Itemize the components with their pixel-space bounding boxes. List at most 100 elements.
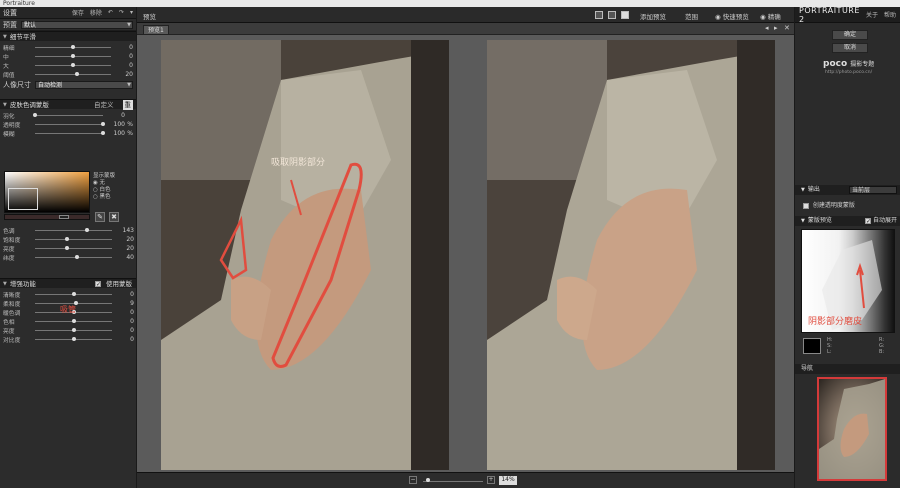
enhance-slider-knob[interactable] xyxy=(71,337,76,341)
skin-slider-value[interactable]: 100 xyxy=(109,121,125,128)
mask-preview-header[interactable]: ▼ 蒙版预览 自动展开 xyxy=(795,216,900,227)
cancel-button[interactable]: 取消 xyxy=(832,43,868,53)
tab-next-icon[interactable]: ▸ xyxy=(774,24,778,32)
tab-prev-icon[interactable]: ◂ xyxy=(765,24,769,32)
enhance-slider-knob[interactable] xyxy=(71,328,76,332)
skin-color-slider-knob[interactable] xyxy=(65,237,70,241)
skin-slider-knob[interactable] xyxy=(101,131,105,135)
detail-slider-knob[interactable] xyxy=(74,72,79,76)
show-mask-radio[interactable]: ○ 黑色 xyxy=(93,194,115,201)
skin-color-slider-knob[interactable] xyxy=(75,255,80,259)
skin-mode-select[interactable]: 自定义 xyxy=(94,100,114,110)
show-mask-radio[interactable]: ○ 白色 xyxy=(93,187,115,194)
single-view-button[interactable] xyxy=(595,11,603,19)
detail-slider-track[interactable] xyxy=(35,45,111,49)
zoom-out-button[interactable]: − xyxy=(409,476,417,484)
detail-slider-knob[interactable] xyxy=(71,54,75,58)
skin-reset-button[interactable]: 重 xyxy=(122,99,133,110)
redo-icon[interactable]: ↷ xyxy=(119,9,124,16)
output-header[interactable]: ▼ 输出 当前层 xyxy=(795,185,900,195)
skin-color-slider-value[interactable]: 40 xyxy=(118,254,134,261)
undo-icon[interactable]: ↶ xyxy=(108,9,113,16)
detail-slider-track[interactable] xyxy=(35,63,111,67)
detail-slider-knob[interactable] xyxy=(71,63,75,67)
skin-color-slider-value[interactable]: 20 xyxy=(118,245,134,252)
skin-slider-track[interactable] xyxy=(35,122,105,126)
precise-radio[interactable]: ◉ 精确 xyxy=(760,11,781,21)
poco-logo-sub: 摄影专题 xyxy=(850,61,875,68)
create-transparent-row[interactable]: 创建透明度蒙版 xyxy=(803,200,855,209)
enhance-slider-track[interactable] xyxy=(35,328,112,332)
enhance-slider-track[interactable] xyxy=(35,337,112,341)
about-button[interactable]: 关于 xyxy=(866,10,878,19)
zoom-slider-knob[interactable] xyxy=(426,478,430,482)
enhance-slider-track[interactable] xyxy=(35,319,112,323)
preset-select[interactable]: 默认 xyxy=(21,20,133,29)
enhance-slider-value[interactable]: 0 xyxy=(118,318,134,325)
skin-slider-value[interactable]: 0 xyxy=(109,112,125,119)
skin-slider-track[interactable] xyxy=(33,113,103,117)
eyedropper-add-icon[interactable]: ✖ xyxy=(109,212,119,222)
output-select[interactable]: 当前层 xyxy=(849,186,897,194)
enhance-slider-knob[interactable] xyxy=(71,292,76,296)
save-preset-button[interactable]: 保存 xyxy=(72,8,84,17)
navigator-thumbnail[interactable] xyxy=(817,377,887,481)
scope-button[interactable]: 范围 xyxy=(685,11,698,21)
enhancement-header[interactable]: ▼ 增强功能 使用蒙版 xyxy=(0,278,136,290)
skin-slider-value[interactable]: 100 xyxy=(109,130,125,137)
detail-slider-knob[interactable] xyxy=(71,45,75,49)
skin-color-slider-value[interactable]: 20 xyxy=(118,236,134,243)
help-button[interactable]: 帮助 xyxy=(884,10,896,19)
hue-range-marker[interactable] xyxy=(59,215,69,219)
detail-slider-value[interactable]: 20 xyxy=(117,71,133,78)
detail-slider-track[interactable] xyxy=(35,72,111,76)
skin-color-slider-track[interactable] xyxy=(35,246,112,250)
skin-color-selection-box[interactable] xyxy=(8,188,38,210)
skin-slider-track[interactable] xyxy=(35,131,105,135)
create-transparent-checkbox[interactable] xyxy=(803,202,809,209)
enhance-slider-track[interactable] xyxy=(35,292,112,296)
skin-color-slider-knob[interactable] xyxy=(85,228,90,232)
skin-color-slider-knob[interactable] xyxy=(65,246,70,250)
zoom-in-button[interactable]: + xyxy=(487,476,495,484)
tab-preview-1[interactable]: 预览1 xyxy=(143,25,169,35)
portrait-size-select[interactable]: 自动检测 xyxy=(35,81,133,89)
original-photo[interactable]: 吸取阴影部分 xyxy=(161,40,449,470)
hue-range-bar[interactable] xyxy=(4,214,90,220)
use-mask-checkbox[interactable] xyxy=(95,280,101,290)
show-mask-radio[interactable]: ◉ 无 xyxy=(93,180,115,187)
split-vertical-button[interactable] xyxy=(621,11,629,19)
delete-preset-button[interactable]: 移除 xyxy=(90,8,102,17)
quick-preview-radio[interactable]: ◉ 快速预览 xyxy=(715,11,749,21)
enhance-slider-knob[interactable] xyxy=(71,319,76,323)
detail-slider-value[interactable]: 0 xyxy=(117,53,133,60)
zoom-slider-track[interactable] xyxy=(423,481,483,482)
enhance-slider-value[interactable]: 9 xyxy=(118,300,134,307)
enhance-slider-value[interactable]: 0 xyxy=(118,336,134,343)
skin-color-slider-track[interactable] xyxy=(35,255,112,259)
enhance-slider-value[interactable]: 0 xyxy=(118,327,134,334)
split-horizontal-button[interactable] xyxy=(608,11,616,19)
skin-slider-knob[interactable] xyxy=(101,122,105,126)
skin-color-slider-value[interactable]: 143 xyxy=(118,227,134,234)
enhance-slider-value[interactable]: 0 xyxy=(118,291,134,298)
navigator-header[interactable]: 导航 xyxy=(795,364,900,374)
skin-slider-knob[interactable] xyxy=(33,113,37,117)
detail-slider-track[interactable] xyxy=(35,54,111,58)
eyedropper-icon[interactable]: ✎ xyxy=(95,212,105,222)
enhance-slider-value[interactable]: 0 xyxy=(118,309,134,316)
auto-expand-checkbox[interactable] xyxy=(864,217,871,227)
detail-slider-value[interactable]: 0 xyxy=(117,44,133,51)
detail-slider-value[interactable]: 0 xyxy=(117,62,133,69)
add-preview-button[interactable]: 添加预览 xyxy=(640,11,666,21)
skin-color-slider-track[interactable] xyxy=(35,228,112,232)
processed-photo[interactable] xyxy=(487,40,775,470)
ok-button[interactable]: 确定 xyxy=(832,30,868,40)
zoom-value-select[interactable]: 14% xyxy=(499,476,517,485)
skin-color-slider-track[interactable] xyxy=(35,237,112,241)
skin-mask-header[interactable]: ▼ 皮肤色调蒙版 自定义 重 xyxy=(0,99,136,110)
tab-close-icon[interactable]: ✕ xyxy=(784,24,790,32)
skin-slider-row: 模糊 100% xyxy=(0,129,136,138)
settings-menu-icon[interactable]: ▾ xyxy=(130,9,133,16)
detail-smoothing-header[interactable]: ▼ 细节平滑 xyxy=(0,31,136,41)
